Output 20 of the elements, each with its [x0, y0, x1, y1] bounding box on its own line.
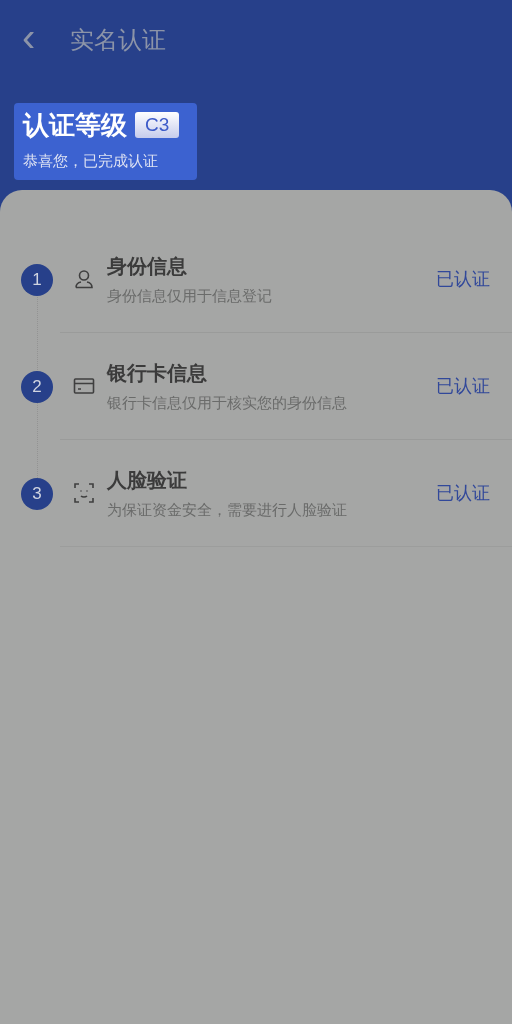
step-number: 2 — [21, 370, 53, 403]
step-title: 银行卡信息 — [107, 360, 208, 386]
back-icon[interactable]: ‹ — [22, 17, 48, 63]
page-title: 实名认证 — [70, 25, 166, 55]
card-icon — [72, 375, 95, 397]
step-title: 身份信息 — [107, 253, 188, 279]
face-scan-icon — [72, 482, 95, 504]
step-number: 3 — [21, 477, 53, 510]
step-description: 为保证资金安全，需要进行人脸验证 — [107, 499, 348, 520]
step-description: 银行卡信息仅用于核实您的身份信息 — [107, 392, 348, 413]
person-icon — [72, 268, 95, 290]
level-label: 认证等级 — [23, 109, 127, 142]
step-status[interactable]: 已认证 — [436, 372, 512, 400]
step-status[interactable]: 已认证 — [436, 265, 512, 293]
step-title: 人脸验证 — [107, 467, 188, 493]
step-status[interactable]: 已认证 — [436, 479, 512, 507]
step-number: 1 — [21, 263, 53, 296]
step-description: 身份信息仅用于信息登记 — [107, 285, 273, 306]
level-badge: C3 — [135, 112, 180, 138]
success-message: 恭喜您，已完成认证 — [23, 151, 159, 171]
